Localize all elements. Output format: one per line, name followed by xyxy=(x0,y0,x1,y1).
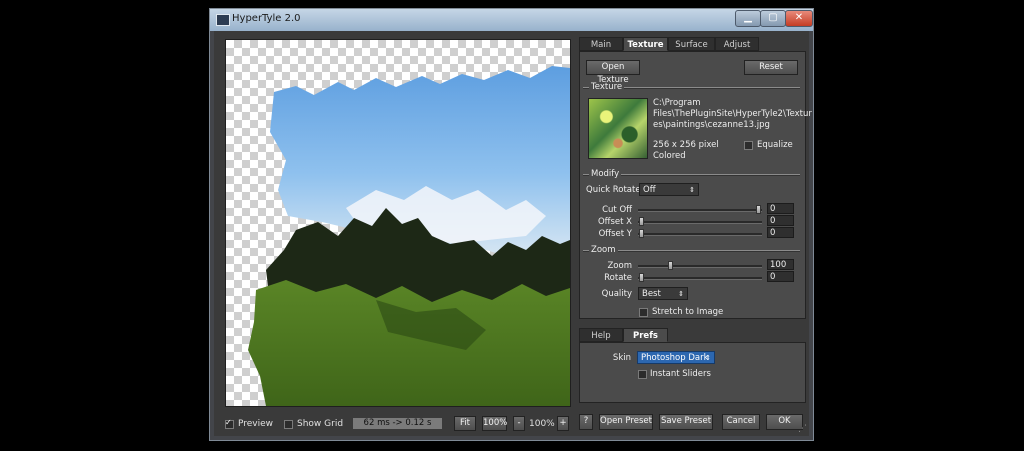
zoom-label: Zoom xyxy=(607,261,632,271)
stretch-to-image-label: Stretch to Image xyxy=(652,307,724,317)
title-bar[interactable]: HyperTyle 2.0 ▁ ▢ ✕ xyxy=(210,9,813,31)
quality-label: Quality xyxy=(601,289,632,299)
texture-path-line-3: es\paintings\cezanne13.jpg xyxy=(653,120,770,130)
cancel-button[interactable]: Cancel xyxy=(722,414,760,430)
texture-path-line-2: Files\ThePluginSite\HyperTyle2\Textur xyxy=(653,109,812,119)
zoom-slider-handle[interactable] xyxy=(668,261,673,270)
rotate-slider-handle[interactable] xyxy=(639,273,644,282)
offset-x-slider[interactable] xyxy=(638,221,762,224)
rotate-input[interactable]: 0 xyxy=(767,271,794,282)
cut-off-slider-handle[interactable] xyxy=(756,205,761,214)
texture-thumbnail[interactable] xyxy=(588,98,648,159)
instant-sliders-checkbox[interactable] xyxy=(638,370,647,379)
quick-rotate-value: Off xyxy=(643,185,656,195)
quality-select[interactable]: Best ⇕ xyxy=(638,287,688,300)
help-button[interactable]: ? xyxy=(579,414,593,430)
offset-y-slider-handle[interactable] xyxy=(639,229,644,238)
offset-x-input[interactable]: 0 xyxy=(767,215,794,226)
window-title: HyperTyle 2.0 xyxy=(232,13,301,24)
zoom-out-button[interactable]: - xyxy=(513,416,525,431)
client-area: Main Texture Surface Adjust Open Texture… xyxy=(214,31,812,436)
tab-texture[interactable]: Texture xyxy=(623,37,668,51)
offset-y-slider[interactable] xyxy=(638,233,762,236)
app-icon xyxy=(216,14,230,26)
fit-button[interactable]: Fit xyxy=(454,416,476,431)
prefs-panel: Skin Photoshop Dark ⇕ Instant Sliders xyxy=(579,342,806,403)
zoom-slider[interactable] xyxy=(638,265,762,268)
maximize-button[interactable]: ▢ xyxy=(760,10,786,27)
close-button[interactable]: ✕ xyxy=(785,10,813,27)
instant-sliders-label: Instant Sliders xyxy=(650,369,711,379)
open-texture-button[interactable]: Open Texture xyxy=(586,60,640,85)
offset-y-input[interactable]: 0 xyxy=(767,227,794,238)
tab-help[interactable]: Help xyxy=(579,328,623,342)
offset-x-slider-handle[interactable] xyxy=(639,217,644,226)
show-grid-label: Show Grid xyxy=(297,419,344,429)
help-prefs-tabs: Help Prefs xyxy=(579,328,806,342)
quick-rotate-label: Quick Rotate xyxy=(586,185,641,195)
rotate-slider[interactable] xyxy=(638,277,762,280)
save-preset-button[interactable]: Save Preset xyxy=(659,414,713,430)
plugin-window: HyperTyle 2.0 ▁ ▢ ✕ Main Texture Surface… xyxy=(209,8,814,441)
zoom-100-button[interactable]: 100% xyxy=(482,416,507,431)
texture-color-mode: Colored xyxy=(653,151,686,161)
texture-size: 256 x 256 pixel xyxy=(653,140,719,150)
preview-image xyxy=(248,66,570,406)
skin-select[interactable]: Photoshop Dark ⇕ xyxy=(637,351,715,364)
resize-grip-icon[interactable]: ⋰ xyxy=(798,424,807,434)
cut-off-input[interactable]: 0 xyxy=(767,203,794,214)
updown-arrow-icon: ⇕ xyxy=(678,290,684,298)
tab-adjust[interactable]: Adjust xyxy=(715,37,759,51)
equalize-checkbox[interactable] xyxy=(744,141,753,150)
preview-canvas[interactable] xyxy=(225,39,571,407)
settings-tabs: Main Texture Surface Adjust xyxy=(579,37,806,51)
equalize-label: Equalize xyxy=(757,140,793,150)
zoom-input[interactable]: 100 xyxy=(767,259,794,270)
stretch-to-image-checkbox[interactable] xyxy=(639,308,648,317)
quick-rotate-select[interactable]: Off ⇕ xyxy=(639,183,699,196)
quality-value: Best xyxy=(642,289,661,299)
updown-arrow-icon: ⇕ xyxy=(689,186,695,194)
open-preset-button[interactable]: Open Preset xyxy=(599,414,653,430)
zoom-section-label: Zoom xyxy=(589,245,618,255)
cut-off-slider[interactable] xyxy=(638,209,762,212)
grass-area xyxy=(248,280,570,406)
minimize-button[interactable]: ▁ xyxy=(735,10,761,27)
tab-prefs[interactable]: Prefs xyxy=(623,328,668,342)
skin-label: Skin xyxy=(612,353,631,363)
preview-label: Preview xyxy=(238,419,274,429)
tab-main[interactable]: Main xyxy=(579,37,623,51)
tab-surface[interactable]: Surface xyxy=(668,37,715,51)
show-grid-checkbox[interactable] xyxy=(284,420,293,429)
reset-button[interactable]: Reset xyxy=(744,60,798,75)
texture-section-label: Texture xyxy=(589,82,625,92)
cut-off-label: Cut Off xyxy=(602,205,632,215)
modify-section-label: Modify xyxy=(589,169,622,179)
render-timing: 62 ms -> 0.12 s xyxy=(353,418,442,429)
preview-checkbox[interactable] xyxy=(225,418,234,429)
skin-value: Photoshop Dark xyxy=(641,353,709,363)
zoom-in-button[interactable]: + xyxy=(557,416,569,431)
texture-panel: Open Texture Reset Texture C:\Program Fi… xyxy=(579,51,812,319)
offset-y-label: Offset Y xyxy=(598,229,632,239)
texture-path-line-1: C:\Program xyxy=(653,98,701,108)
zoom-display: 100% xyxy=(529,419,555,429)
updown-arrow-icon: ⇕ xyxy=(705,354,711,362)
rotate-label: Rotate xyxy=(604,273,632,283)
offset-x-label: Offset X xyxy=(597,217,632,227)
